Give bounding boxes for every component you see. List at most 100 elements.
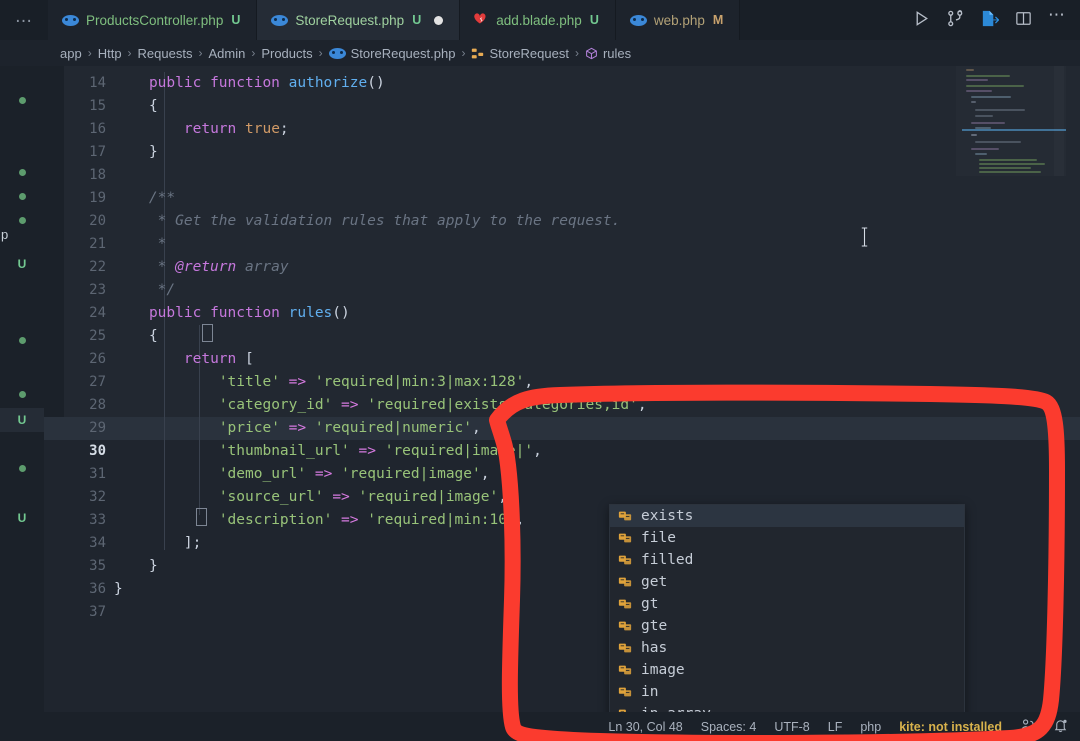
tab-add-blade-php[interactable]: add.blade.php U <box>460 0 616 40</box>
line-number: 34 <box>89 535 106 551</box>
bracket-match-close <box>196 508 207 526</box>
code-editor[interactable]: 14 15 16 17 18 19 20 21 22 23 24 25 26 27 28 29 30 31 32 33… <box>44 66 1080 712</box>
tab-git-badge: U <box>589 13 599 27</box>
autocomplete-item[interactable]: image <box>610 659 964 681</box>
more-actions-icon[interactable]: ⋯ <box>1048 5 1066 32</box>
breadcrumb-item-storerequest-class[interactable]: StoreRequest <box>471 46 569 61</box>
explorer-status-badge[interactable]: U <box>0 252 44 276</box>
code-line[interactable]: } <box>114 141 158 164</box>
breadcrumb-item-admin[interactable]: Admin <box>208 46 245 61</box>
explorer-status-badge-selected[interactable]: U <box>0 408 44 432</box>
minimap-slider[interactable] <box>962 129 1066 131</box>
breadcrumb-item-requests[interactable]: Requests <box>138 46 193 61</box>
method-icon <box>585 47 598 60</box>
line-number: 32 <box>89 489 106 505</box>
status-language-mode[interactable]: php <box>860 720 881 734</box>
status-bar: Ln 30, Col 48 Spaces: 4 UTF-8 LF php kit… <box>0 712 1080 741</box>
code-line[interactable]: return true; <box>114 118 289 141</box>
status-encoding[interactable]: UTF-8 <box>774 720 809 734</box>
status-indentation[interactable]: Spaces: 4 <box>701 720 757 734</box>
autocomplete-item[interactable]: file <box>610 527 964 549</box>
snippet-icon <box>618 641 632 655</box>
code-line[interactable]: * @return array <box>114 256 289 279</box>
snippet-icon <box>618 575 632 589</box>
line-number: 27 <box>89 374 106 390</box>
autocomplete-item[interactable]: in <box>610 681 964 703</box>
explorer-git-dot[interactable] <box>0 160 44 184</box>
breadcrumb-item-rules-method[interactable]: rules <box>585 46 631 61</box>
minimap-panel <box>956 66 1066 176</box>
autocomplete-item[interactable]: exists <box>610 505 964 527</box>
code-line[interactable]: /** <box>114 187 175 210</box>
feedback-icon[interactable] <box>1020 718 1035 736</box>
code-line[interactable]: public function authorize() <box>114 72 385 95</box>
autocomplete-item[interactable]: has <box>610 637 964 659</box>
status-eol[interactable]: LF <box>828 720 843 734</box>
autocomplete-list[interactable]: exists file filled get gt gte has image in in_arr… <box>610 505 964 712</box>
snippet-icon <box>618 531 632 545</box>
breadcrumb-item-products[interactable]: Products <box>261 46 312 61</box>
open-preview-icon[interactable] <box>980 9 999 28</box>
explorer-status-badge[interactable]: U <box>0 506 44 530</box>
code-line[interactable]: 'description' => 'required|min:10', <box>114 509 525 532</box>
split-editor-icon[interactable] <box>1014 9 1033 28</box>
breadcrumb-item-app[interactable]: app <box>60 46 82 61</box>
autocomplete-item[interactable]: gt <box>610 593 964 615</box>
code-line[interactable]: public function rules() <box>114 302 350 325</box>
unsaved-dot-icon[interactable] <box>434 15 444 25</box>
code-line[interactable]: 'thumbnail_url' => 'required|image|', <box>114 440 542 463</box>
line-number: 33 <box>89 512 106 528</box>
code-line[interactable]: } <box>114 578 123 601</box>
tab-label: add.blade.php <box>496 12 582 28</box>
breadcrumb-separator: › <box>87 46 92 60</box>
tab-web-php[interactable]: web.php M <box>615 0 741 40</box>
breadcrumb-item-http[interactable]: Http <box>98 46 122 61</box>
code-line[interactable]: { <box>114 95 158 118</box>
modified-dot-icon <box>18 168 26 176</box>
breadcrumb: app › Http › Requests › Admin › Products… <box>0 40 1080 66</box>
code-line[interactable]: return [ <box>114 348 254 371</box>
editor-scrollbar[interactable] <box>1054 66 1064 176</box>
editor-tab-bar: … ProductsController.php U StoreRequest.… <box>0 0 1080 40</box>
code-line[interactable]: { <box>114 325 158 348</box>
autocomplete-item-label: image <box>641 662 685 678</box>
bell-icon[interactable] <box>1053 718 1068 736</box>
code-line[interactable]: } <box>114 555 158 578</box>
autocomplete-item[interactable]: filled <box>610 549 964 571</box>
code-line[interactable]: ]; <box>114 532 201 555</box>
explorer-sidebar-sliver[interactable]: p U U U <box>0 66 44 741</box>
code-line[interactable]: 'price' => 'required|numeric', <box>114 417 481 440</box>
editor-actions: ⋯ <box>898 0 1080 40</box>
autocomplete-item-label: has <box>641 640 668 656</box>
tab-overflow-button[interactable]: … <box>0 0 48 40</box>
explorer-git-dot[interactable] <box>0 184 44 208</box>
autocomplete-popup[interactable]: exists file filled get gt gte has image in in_arr… <box>609 504 965 712</box>
tab-productscontroller-php[interactable]: ProductsController.php U <box>48 0 258 40</box>
code-line[interactable]: * Get the validation rules that apply to… <box>114 210 621 233</box>
code-line[interactable]: 'source_url' => 'required|image', <box>114 486 507 509</box>
line-number: 19 <box>89 190 106 206</box>
autocomplete-item-label: get <box>641 574 668 590</box>
autocomplete-item[interactable]: gte <box>610 615 964 637</box>
code-line[interactable]: 'title' => 'required|min:3|max:128', <box>114 371 533 394</box>
explorer-git-dot[interactable] <box>0 382 44 406</box>
explorer-git-dot[interactable] <box>0 88 44 112</box>
explorer-git-dot[interactable] <box>0 456 44 480</box>
explorer-git-dot[interactable] <box>0 328 44 352</box>
status-cursor-position[interactable]: Ln 30, Col 48 <box>608 720 682 734</box>
run-and-debug-icon[interactable] <box>946 9 965 28</box>
breadcrumb-item-storerequest-php[interactable]: StoreRequest.php <box>328 46 455 61</box>
status-badge: U <box>17 511 27 525</box>
code-line[interactable]: * <box>114 233 167 256</box>
autocomplete-item[interactable]: in_array <box>610 703 964 712</box>
autocomplete-item[interactable]: get <box>610 571 964 593</box>
tab-storerequest-php[interactable]: StoreRequest.php U <box>257 0 461 40</box>
status-kite-extension[interactable]: kite: not installed <box>899 720 1002 734</box>
autocomplete-item-label: filled <box>641 552 694 568</box>
line-number: 35 <box>89 558 106 574</box>
run-icon[interactable] <box>912 9 931 28</box>
minimap[interactable] <box>962 66 1066 176</box>
code-line[interactable]: */ <box>114 279 175 302</box>
code-line[interactable]: 'category_id' => 'required|exists:catego… <box>114 394 647 417</box>
code-line[interactable]: 'demo_url' => 'required|image', <box>114 463 490 486</box>
